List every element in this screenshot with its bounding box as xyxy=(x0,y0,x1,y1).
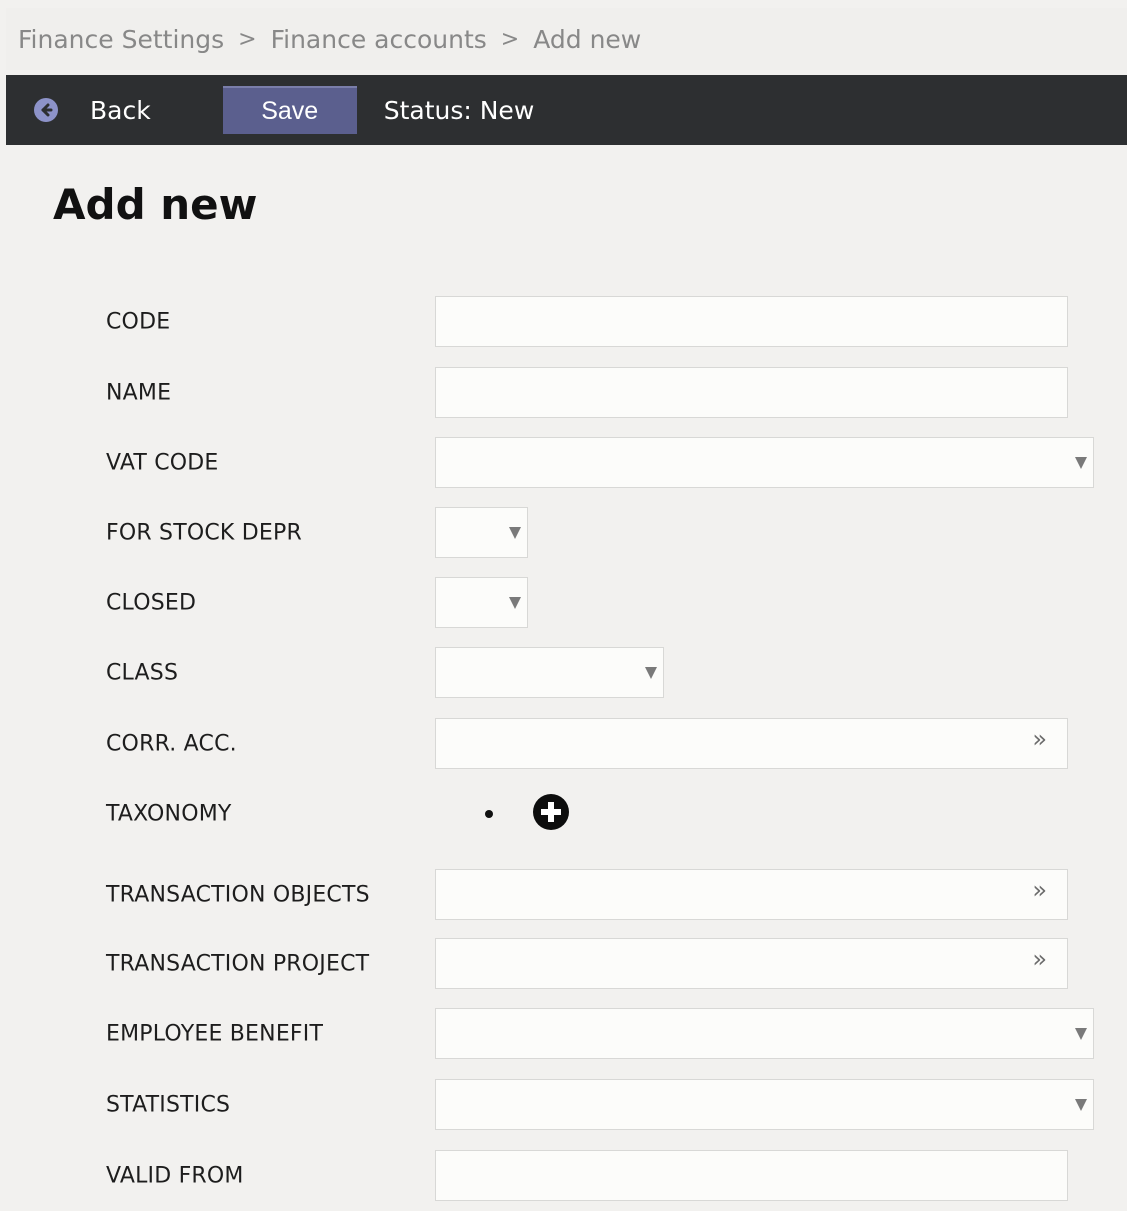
breadcrumb-add-new: Add new xyxy=(533,24,642,54)
transaction-project-input[interactable]: » xyxy=(435,938,1068,989)
double-chevron-right-icon[interactable]: » xyxy=(1032,945,1047,973)
class-select[interactable] xyxy=(435,647,664,698)
form-row-corr-acc: CORR. ACC. » xyxy=(0,718,1127,770)
class-label: CLASS xyxy=(106,660,179,686)
form-row-class: CLASS xyxy=(0,647,1127,699)
form-row-taxonomy: TAXONOMY xyxy=(0,788,1127,840)
form-row-statistics: STATISTICS xyxy=(0,1079,1127,1131)
statistics-label: STATISTICS xyxy=(106,1092,231,1118)
employee-benefit-select[interactable] xyxy=(435,1008,1094,1059)
arrow-left-circle-icon xyxy=(34,98,58,122)
form-row-code: CODE xyxy=(0,296,1127,348)
valid-from-label: VALID FROM xyxy=(106,1163,244,1189)
plus-circle-icon[interactable] xyxy=(533,794,569,830)
valid-from-input[interactable] xyxy=(435,1150,1068,1201)
form-row-vat-code: VAT CODE xyxy=(0,437,1127,489)
name-input[interactable] xyxy=(435,367,1068,418)
form-row-transaction-objects: TRANSACTION OBJECTS » xyxy=(0,869,1127,921)
corr-acc-input[interactable]: » xyxy=(435,718,1068,769)
breadcrumb: Finance Settings > Finance accounts > Ad… xyxy=(6,8,1127,70)
corr-acc-label: CORR. ACC. xyxy=(106,731,237,757)
caret-down-icon xyxy=(1075,1027,1087,1040)
breadcrumb-finance-accounts[interactable]: Finance accounts xyxy=(271,25,487,54)
transaction-objects-input[interactable]: » xyxy=(435,869,1068,920)
form-row-name: NAME xyxy=(0,367,1127,419)
taxonomy-bullet xyxy=(485,810,493,818)
code-input[interactable] xyxy=(435,296,1068,347)
toolbar: Back Save Status: New xyxy=(6,75,1127,145)
back-button[interactable]: Back xyxy=(34,96,151,125)
form-row-valid-from: VALID FROM xyxy=(0,1150,1127,1202)
closed-label: CLOSED xyxy=(106,590,197,616)
status-text: Status: New xyxy=(383,95,535,125)
transaction-objects-label: TRANSACTION OBJECTS xyxy=(106,882,370,908)
vat-code-select[interactable] xyxy=(435,437,1094,488)
form-row-closed: CLOSED xyxy=(0,577,1127,629)
page-title: Add new xyxy=(53,180,258,229)
vat-code-label: VAT CODE xyxy=(106,450,219,476)
employee-benefit-label: EMPLOYEE BENEFIT xyxy=(106,1021,324,1047)
for-stock-depr-select[interactable] xyxy=(435,507,528,558)
for-stock-depr-label: FOR STOCK DEPR xyxy=(106,520,302,546)
double-chevron-right-icon[interactable]: » xyxy=(1032,876,1047,904)
breadcrumb-separator-2: > xyxy=(500,26,520,52)
caret-down-icon xyxy=(1075,1098,1087,1111)
form-row-for-stock-depr: FOR STOCK DEPR xyxy=(0,507,1127,559)
caret-down-icon xyxy=(509,596,521,609)
closed-select[interactable] xyxy=(435,577,528,628)
caret-down-icon xyxy=(645,666,657,679)
name-label: NAME xyxy=(106,380,172,406)
code-label: CODE xyxy=(106,309,171,335)
form-row-employee-benefit: EMPLOYEE BENEFIT xyxy=(0,1008,1127,1060)
breadcrumb-finance-settings[interactable]: Finance Settings xyxy=(18,25,224,54)
caret-down-icon xyxy=(1075,456,1087,469)
back-label: Back xyxy=(90,95,151,125)
transaction-project-label: TRANSACTION PROJECT xyxy=(106,951,370,977)
caret-down-icon xyxy=(509,526,521,539)
taxonomy-label: TAXONOMY xyxy=(106,801,232,827)
form-row-transaction-project: TRANSACTION PROJECT » xyxy=(0,938,1127,990)
breadcrumb-separator-1: > xyxy=(238,26,257,52)
save-button[interactable]: Save xyxy=(222,86,357,134)
statistics-select[interactable] xyxy=(435,1079,1094,1130)
double-chevron-right-icon[interactable]: » xyxy=(1032,725,1047,753)
